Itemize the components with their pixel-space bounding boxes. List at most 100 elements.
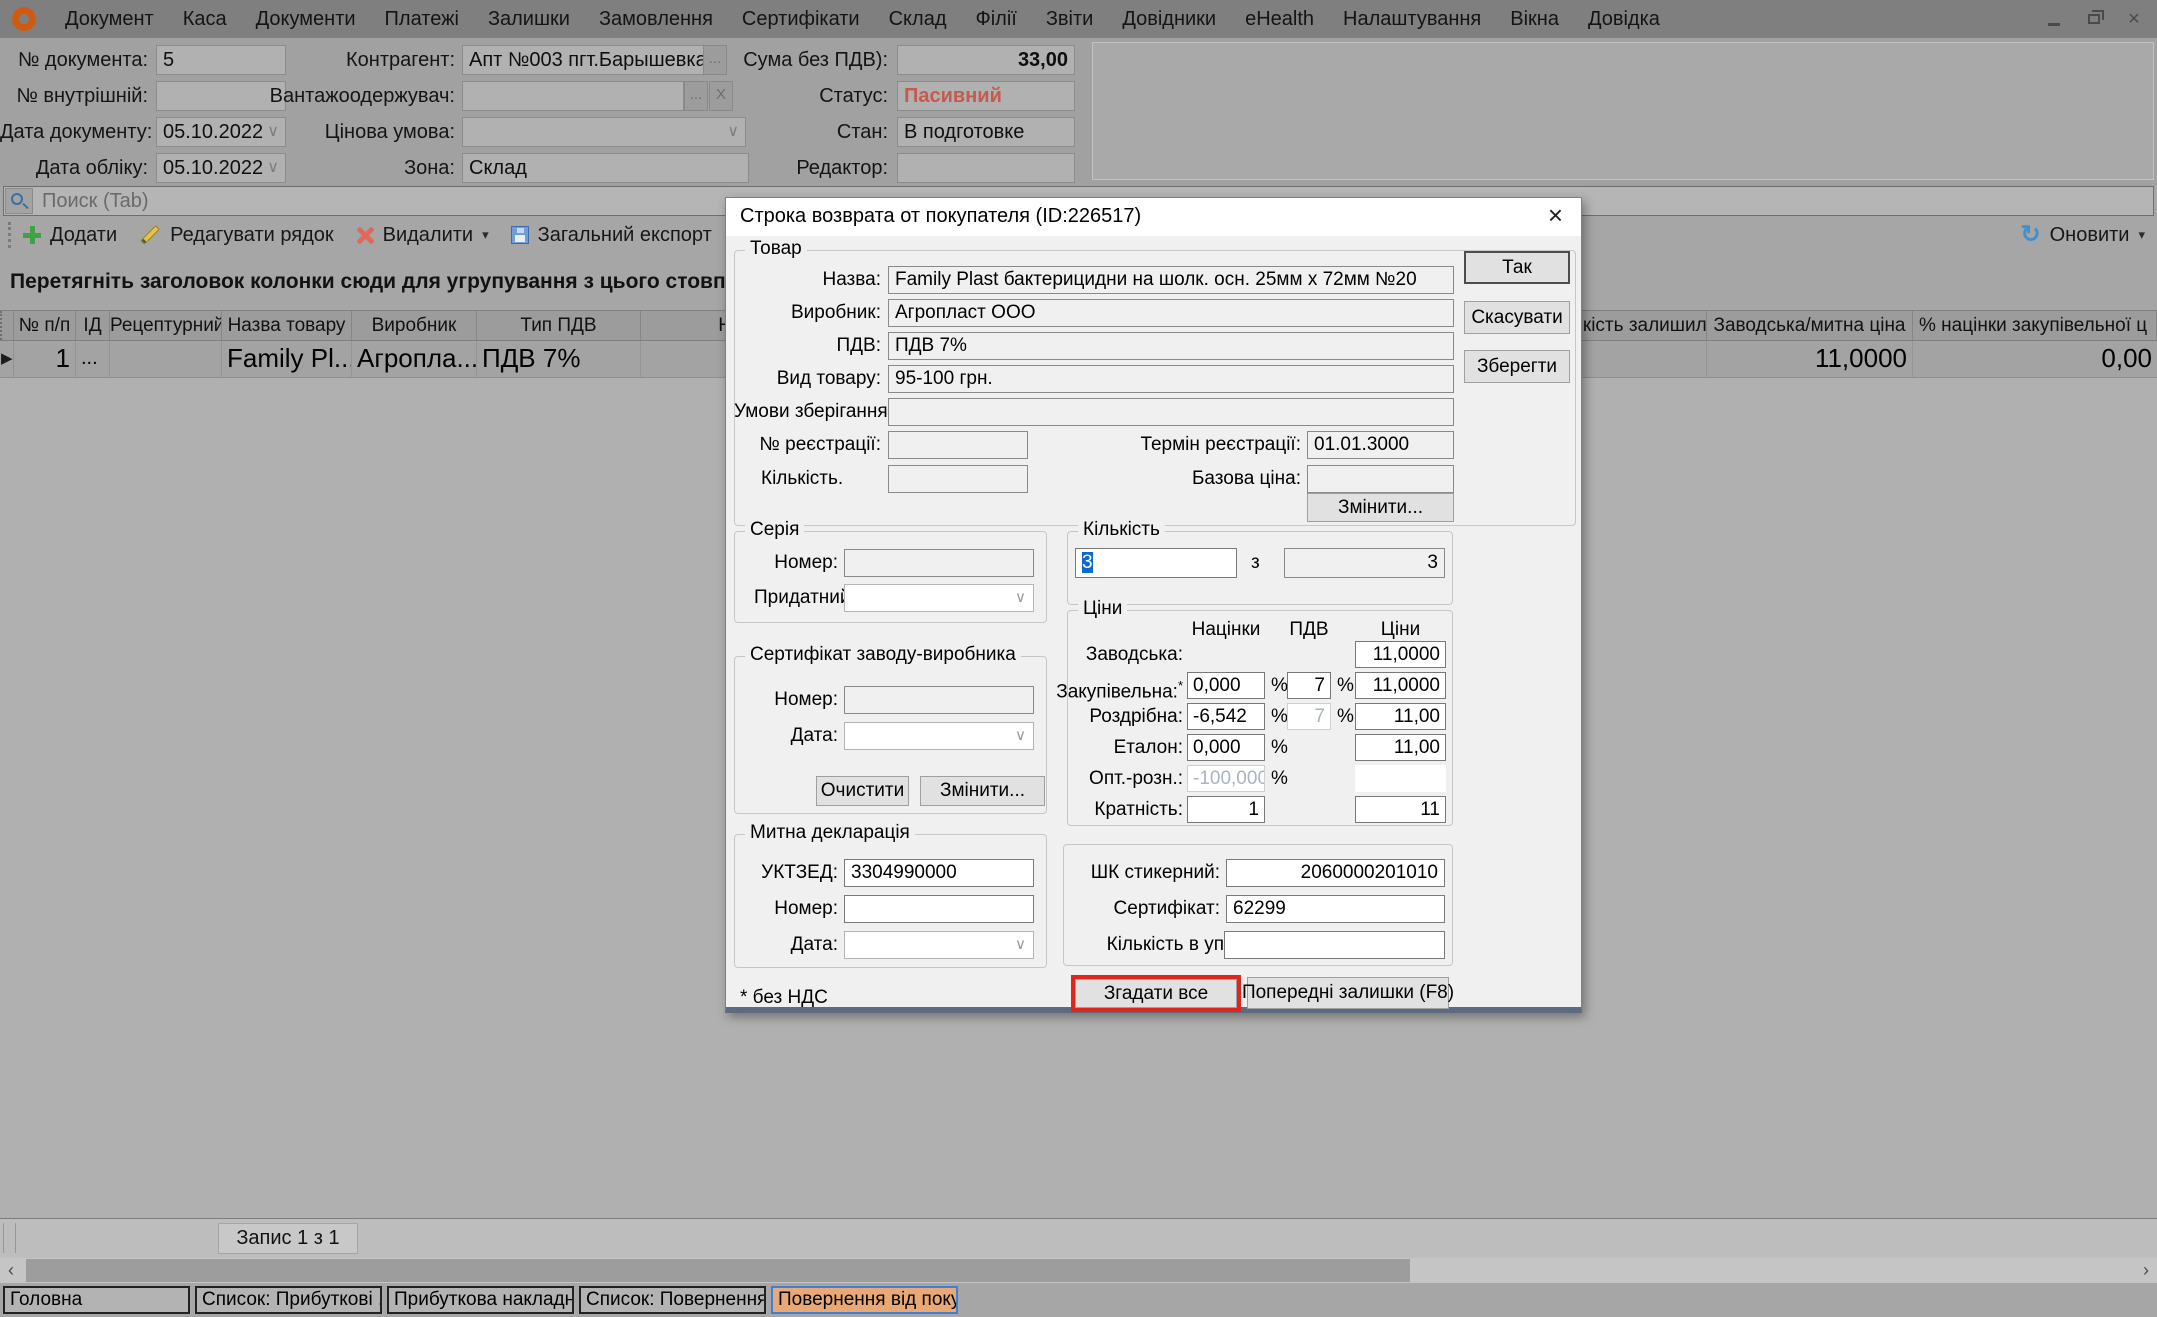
menu-warehouse[interactable]: Склад [889,8,947,31]
tab-list-returns[interactable]: Список: Повернення ... [579,1286,766,1314]
consignee-field[interactable] [462,81,684,111]
toolbar-grip[interactable] [8,222,13,248]
quantity-input[interactable]: 3 [1075,548,1237,578]
row-marker-icon: ▶ [0,341,14,377]
series-group-label: Серія [745,520,804,540]
series-valid-dropdown[interactable]: ∨ [844,584,1034,612]
menu-balances[interactable]: Залишки [488,8,570,31]
factory-cert-date-dropdown[interactable]: ∨ [844,722,1034,750]
tab-list-incoming[interactable]: Список: Прибуткові ... [195,1286,382,1314]
close-button[interactable]: × [2121,7,2147,31]
sticker-label: ШК стикерний: [1070,859,1220,887]
row-num-cell: 1 [14,341,76,377]
save-button[interactable]: Зберегти [1464,350,1570,383]
tab-home[interactable]: Головна [3,1286,190,1314]
sum-no-vat-field: 33,00 [897,45,1075,75]
contractor-field[interactable]: Апт №003 пгт.Барышевка, ул.Киев [462,45,704,75]
menu-documents[interactable]: Документи [256,8,356,31]
base-price-label: Базова ціна: [1106,465,1301,493]
column-manufacturer[interactable]: Виробник [352,311,477,340]
zone-label: Зона: [205,153,455,183]
restore-button[interactable] [2081,7,2107,31]
search-placeholder: Поиск (Tab) [42,187,149,215]
pack-qty-field[interactable] [1224,931,1445,959]
customs-number-field[interactable] [844,895,1034,923]
price-etalon-price-field: 11,00 [1355,734,1446,761]
scroll-left-icon[interactable]: ‹ [0,1258,22,1283]
column-num[interactable]: № п/п [14,311,76,340]
horizontal-scrollbar[interactable]: ‹ › [0,1258,2157,1283]
customs-date-label: Дата: [734,931,838,959]
factory-cert-number-field [844,686,1034,714]
price-factory-label: Заводська: [1071,641,1183,669]
factory-cert-change-button[interactable]: Змінити... [920,776,1045,806]
minimize-button[interactable] [2041,7,2067,31]
factory-cert-clear-button[interactable]: Очистити [816,776,909,806]
percent-sign: % [1337,703,1354,730]
pack-qty-label: Кількість в уп [1076,931,1224,959]
row-name-cell: Family Pl... [222,341,352,377]
column-recipe[interactable]: Рецептурний [110,311,222,340]
state-field: В подготовке [897,117,1075,147]
menu-payments[interactable]: Платежі [385,8,459,31]
product-change-button[interactable]: Змінити... [1307,493,1454,522]
column-qty-left[interactable]: ькість залишилася [1573,311,1707,340]
export-label: Загальний експорт [538,224,712,247]
price-multiplicity-field[interactable]: 1 [1187,796,1265,823]
cancel-button[interactable]: Скасувати [1464,301,1570,334]
column-vat-type[interactable]: Тип ПДВ [477,311,641,340]
dialog-titlebar[interactable]: Строка возврата от покупателя (ID:226517… [726,198,1581,236]
series-valid-label: Придатний [754,584,844,612]
customs-date-dropdown[interactable]: ∨ [844,931,1034,959]
menu-orders[interactable]: Замовлення [599,8,713,31]
doc-date-label: Дата документу: [0,117,148,147]
row-id-button[interactable]: ... [76,341,110,377]
chevron-down-icon: ∨ [1015,585,1026,611]
prev-balances-button[interactable]: Попередні залишки (F8) [1247,977,1449,1009]
scrollbar-thumb[interactable] [26,1259,1410,1282]
quantity-of-label: з [1251,549,1271,577]
menu-kasa[interactable]: Каса [183,8,227,31]
column-product-name[interactable]: Назва товару [222,311,352,340]
status-bar: Запис 1 з 1 [0,1218,2157,1258]
product-name-label: Назва: [734,266,881,294]
product-qty-field [888,465,1028,493]
price-purchase-vat-field[interactable]: 7 [1287,672,1331,699]
menu-certificates[interactable]: Сертифікати [742,8,860,31]
sticker-field[interactable]: 2060000201010 [1226,859,1445,887]
menu-branches[interactable]: Філії [976,8,1017,31]
recall-all-button[interactable]: Згадати все [1075,979,1237,1008]
price-multiplicity-price-field: 11 [1355,796,1446,823]
add-button[interactable]: Додати [23,224,117,247]
price-etalon-markup-field[interactable]: 0,000 [1187,734,1265,761]
percent-sign: % [1271,703,1288,730]
price-retail-markup-field[interactable]: -6,542 [1187,703,1265,730]
edit-row-button[interactable]: Редагувати рядок [139,224,333,247]
certificate-field[interactable]: 62299 [1226,895,1445,923]
price-purchase-markup-field[interactable]: 0,000 [1187,672,1265,699]
plus-icon [23,226,41,244]
tab-return-from-buyer[interactable]: Повернення від поку ... [771,1286,958,1314]
yes-button[interactable]: Так [1464,251,1570,284]
menu-windows[interactable]: Вікна [1510,8,1559,31]
price-etalon-label: Еталон: [1071,734,1183,762]
doc-number-label: № документа: [0,45,148,75]
product-qty-label: Кількість. [761,465,881,493]
menu-directories[interactable]: Довідники [1122,8,1216,31]
menu-help[interactable]: Довідка [1588,8,1660,31]
menu-document[interactable]: Документ [65,8,154,31]
scroll-right-icon[interactable]: › [2135,1258,2157,1283]
dialog-close-icon[interactable]: × [1548,200,1563,231]
column-factory-price[interactable]: Заводська/митна ціна [1707,311,1913,340]
menu-reports[interactable]: Звіти [1046,8,1093,31]
column-purchase-markup[interactable]: % націнки закупівельної ц [1913,311,2157,340]
refresh-button[interactable]: ↻Оновити▾ [2021,223,2146,247]
menu-ehealth[interactable]: eHealth [1245,8,1314,31]
uktzed-field[interactable]: 3304990000 [844,859,1034,887]
menu-settings[interactable]: Налаштування [1343,8,1481,31]
search-icon [5,188,33,214]
export-button[interactable]: Загальний експорт [511,224,712,247]
delete-button[interactable]: Видалити▾ [356,224,489,247]
column-id[interactable]: ІД [76,311,110,340]
tab-incoming-invoice[interactable]: Прибуткова накладна . [387,1286,574,1314]
